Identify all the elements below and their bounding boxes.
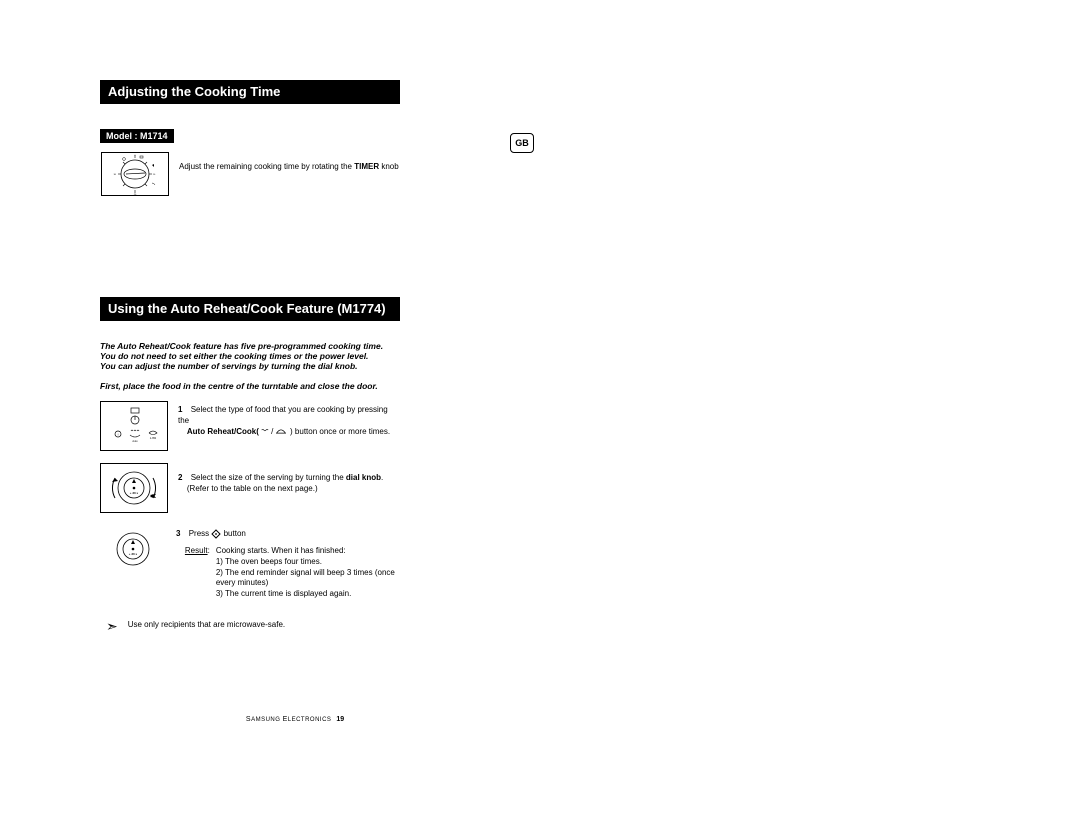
section-title-auto-reheat: Using the Auto Reheat/Cook Feature (M177… [100, 297, 400, 321]
adjust-text-part2: knob [379, 162, 399, 171]
instruction-row-timer: 0 10 20 30 Adjust the remaining cooking … [100, 151, 400, 197]
step-2-text: 2 Select the size of the serving by turn… [178, 463, 383, 495]
step-2-pre: Select the size of the serving by turnin… [191, 473, 346, 482]
step-1-text: 1 Select the type of food that you are c… [178, 401, 400, 437]
step-1-bold: Auto Reheat/Cook( [187, 427, 259, 436]
control-panel-illustration: I Auto 1-35b [100, 401, 168, 451]
result-line-2: 2) The end reminder signal will beep 3 t… [216, 568, 395, 588]
result-label: Result [185, 546, 208, 555]
timer-dial-illustration: 0 10 20 30 [101, 152, 169, 196]
step-3-post: button [224, 529, 246, 538]
svg-text:+ 30 s: + 30 s [130, 491, 139, 495]
tip-text: Use only recipients that are microwave-s… [128, 620, 285, 629]
intro-line-2: You do not need to set either the cookin… [100, 351, 400, 361]
footer-lectronics: LECTRONICS [288, 717, 332, 723]
diamond-icon [211, 529, 221, 539]
page-footer: SAMSUNG ELECTRONICS 19 [100, 716, 490, 723]
result-line-1: 1) The oven beeps four times. [216, 557, 322, 566]
step-row-2: + 30 s 2 Select the size of the serving … [100, 463, 400, 513]
manual-page: Adjusting the Cooking Time Model : M1714 [0, 0, 490, 687]
result-line-3: 3) The current time is displayed again. [216, 589, 351, 598]
step-1-pre: Select the type of food that you are coo… [178, 405, 388, 425]
svg-text:Auto: Auto [132, 440, 138, 443]
step-number-3: 3 [176, 529, 180, 538]
pointer-arrow-icon: ➣ [106, 618, 118, 635]
language-badge: GB [510, 133, 534, 153]
svg-text:1-35b: 1-35b [150, 437, 157, 440]
wave-icon [261, 428, 271, 435]
instruction-text: Adjust the remaining cooking time by rot… [179, 152, 399, 173]
step-1-post: ) button once or more times. [290, 427, 390, 436]
step-3-pre: Press [189, 529, 212, 538]
svg-text:+ 30 s: + 30 s [129, 552, 138, 556]
svg-text:I: I [118, 433, 119, 437]
model-badge: Model : M1714 [100, 129, 174, 143]
section-title-adjusting: Adjusting the Cooking Time [100, 80, 400, 104]
tip-row: ➣ Use only recipients that are microwave… [106, 620, 400, 637]
step-row-1: I Auto 1-35b 1 Select the type of food t… [100, 401, 400, 451]
dial-knob-illustration-arrows: + 30 s [100, 463, 168, 513]
timer-word: TIMER [354, 162, 379, 171]
step-number-2: 2 [178, 473, 182, 482]
dish-icon [276, 428, 286, 435]
step-3-text: 3 Press button Result: Cooking starts. W… [176, 525, 400, 600]
result-intro: Cooking starts. When it has finished: [216, 546, 346, 555]
intro-line-1: The Auto Reheat/Cook feature has five pr… [100, 341, 400, 351]
svg-text:10: 10 [153, 174, 156, 176]
step-row-3: + 30 s 3 Press button Result: Cooking st… [100, 525, 400, 600]
svg-text:30: 30 [114, 174, 117, 176]
adjust-text-part1: Adjust the remaining cooking time by rot… [179, 162, 354, 171]
svg-text:20: 20 [134, 194, 137, 195]
step-2-bold: dial knob [346, 473, 381, 482]
footer-amsung: AMSUNG [251, 717, 283, 723]
intro-line-3: You can adjust the number of servings by… [100, 361, 400, 371]
step-2-post: (Refer to the table on the next page.) [187, 484, 318, 493]
page-number: 19 [336, 716, 344, 723]
svg-text:0: 0 [134, 155, 136, 157]
dial-knob-illustration-plain: + 30 s [100, 525, 166, 573]
intro-paragraph: The Auto Reheat/Cook feature has five pr… [100, 341, 400, 371]
step-number-1: 1 [178, 405, 182, 414]
intro-paragraph-2: First, place the food in the centre of t… [100, 381, 400, 391]
